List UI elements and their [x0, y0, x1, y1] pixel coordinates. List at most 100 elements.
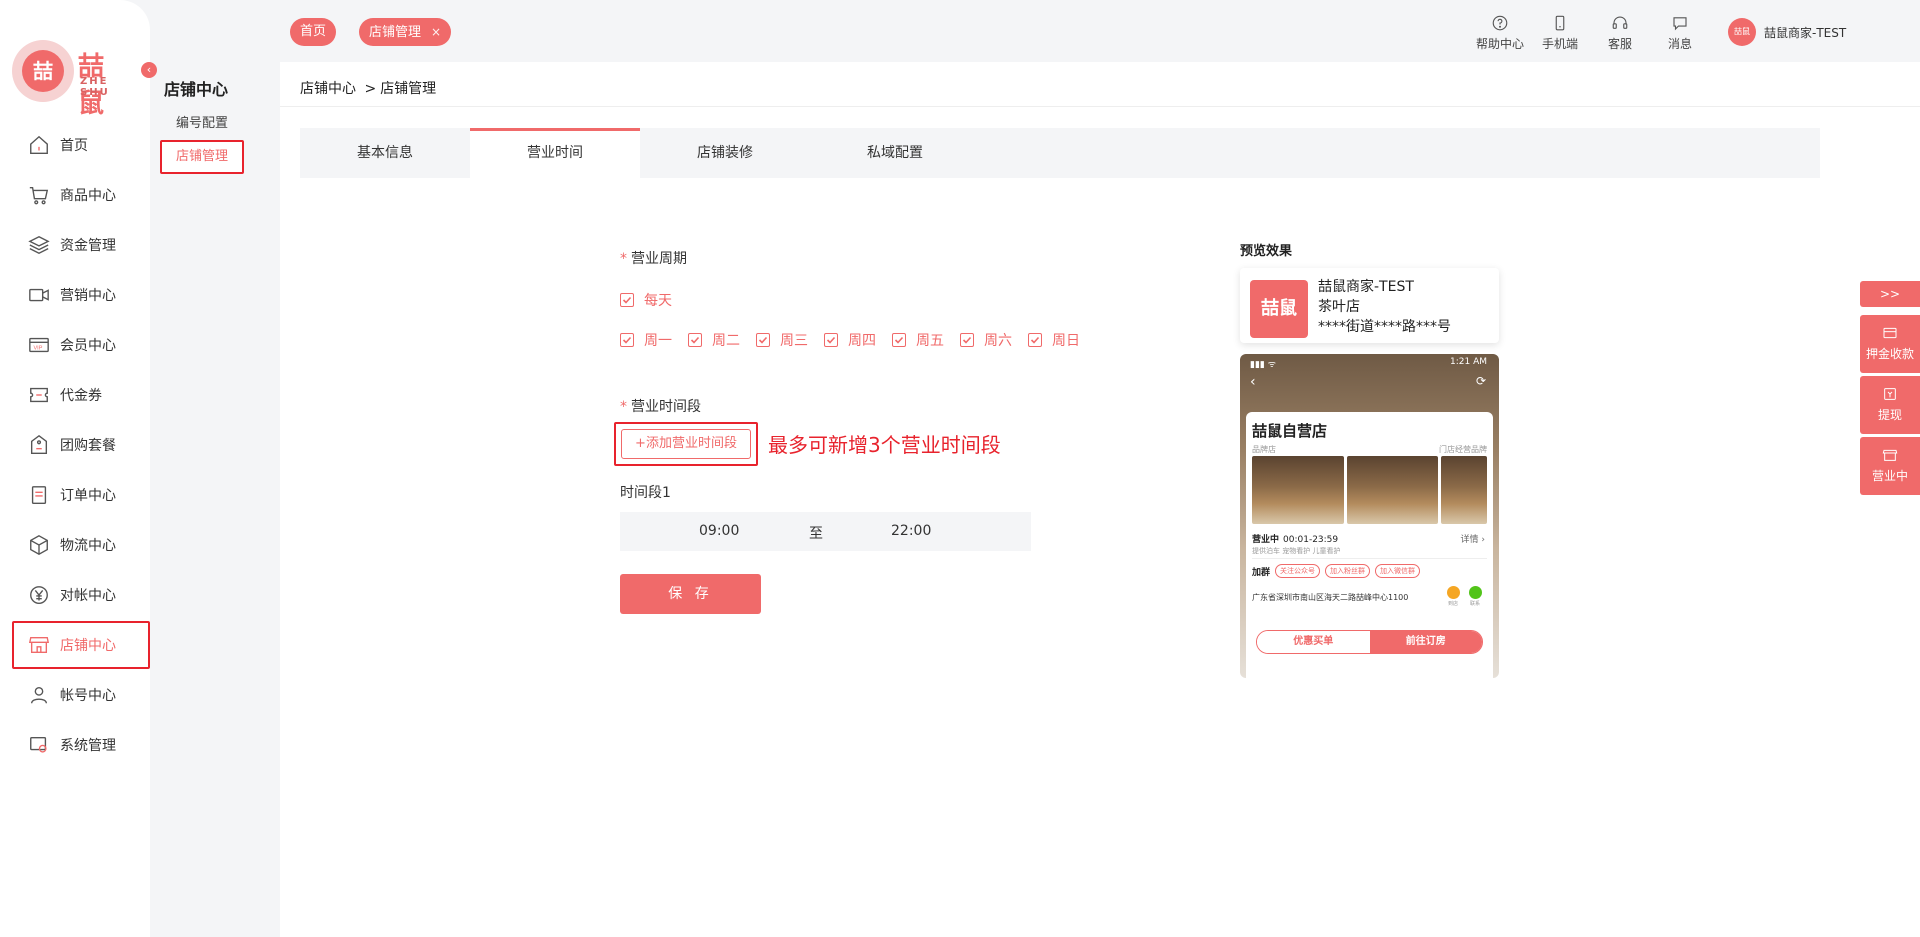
messages-button[interactable]: 消息 — [1652, 14, 1708, 52]
add-period-button[interactable]: +添加营业时间段 — [621, 429, 751, 459]
top-bar: 首页 店铺管理 × 帮助中心 手机端 客服 消息 喆鼠 喆鼠商家-TEST — [280, 0, 1920, 62]
label-text: 营业时间段 — [631, 399, 701, 415]
day-checkbox-fri[interactable]: 周五 — [892, 330, 944, 350]
share-icon: ⟳ — [1476, 374, 1487, 388]
sidebar-item-system[interactable]: 系统管理 — [14, 723, 148, 767]
coupon-icon — [26, 382, 52, 408]
phone-status-bar: ▮▮▮ ᯤ 1:21 AM — [1240, 354, 1499, 370]
sidebar-item-store-center[interactable]: 店铺中心 — [12, 621, 150, 669]
deposit-collect-button[interactable]: 押金收款 — [1860, 315, 1920, 373]
sidebar-item-goods[interactable]: 商品中心 — [14, 173, 148, 217]
sidebar-item-home[interactable]: 首页 — [14, 123, 148, 167]
period-end-time[interactable]: 22:00 — [891, 523, 931, 539]
tab-private-config[interactable]: 私域配置 — [810, 128, 980, 178]
sidebar-item-reconcile[interactable]: 对帐中心 — [14, 573, 148, 617]
day-checkbox-sat[interactable]: 周六 — [960, 330, 1012, 350]
store-tabs: 基本信息 营业时间 店铺装修 私域配置 — [300, 128, 1820, 178]
store-icon — [26, 632, 52, 658]
sidebar-item-members[interactable]: VIP 会员中心 — [14, 323, 148, 367]
expand-floating-button[interactable]: >> — [1860, 281, 1920, 307]
sidebar-item-logistics[interactable]: 物流中心 — [14, 523, 148, 567]
sidebar-item-label: 首页 — [60, 138, 88, 154]
mobile-button[interactable]: 手机端 — [1532, 14, 1588, 52]
day-checkbox-tue[interactable]: 周二 — [688, 330, 740, 350]
sidebar-item-label: 店铺中心 — [60, 638, 116, 654]
icon-label: 联系 — [1469, 601, 1480, 607]
layers-icon — [26, 232, 52, 258]
checkbox-checked-icon — [620, 293, 634, 307]
checkbox-label: 周三 — [780, 333, 808, 349]
withdraw-button[interactable]: 提现 — [1860, 376, 1920, 434]
sidebar-item-account[interactable]: 帐号中心 — [14, 673, 148, 717]
phone-store-photos — [1252, 456, 1487, 524]
business-period-label: * 营业时间段 — [620, 396, 701, 416]
phone-store-card: 喆鼠自营店 品牌店 门店经营品牌 营业中 00:01-23:59 详情 › 提供泊… — [1246, 412, 1493, 678]
checkbox-checked-icon — [960, 333, 974, 347]
phone-call-icon: 联系 — [1468, 586, 1482, 607]
store-photo — [1441, 456, 1487, 524]
required-mark: * — [620, 251, 627, 267]
customer-service-button[interactable]: 客服 — [1592, 14, 1648, 52]
tag-icon — [26, 432, 52, 458]
period-1-range[interactable]: 09:00 至 22:00 — [620, 512, 1031, 551]
sidebar-item-funds[interactable]: 资金管理 — [14, 223, 148, 267]
phone-address: 广东省深圳市南山区海天二路喆峰中心1100 — [1252, 593, 1409, 602]
sidebar: 喆 喆鼠 ZHE SHU 首页 商品中心 资金管理 营销中心 VIP 会员中心 … — [0, 0, 150, 937]
checkbox-label: 周四 — [848, 333, 876, 349]
day-checkbox-thu[interactable]: 周四 — [824, 330, 876, 350]
day-checkbox-mon[interactable]: 周一 — [620, 330, 672, 350]
deposit-icon — [1883, 327, 1897, 339]
checkbox-checked-icon — [892, 333, 906, 347]
svg-text:VIP: VIP — [34, 346, 43, 352]
everyday-checkbox[interactable]: 每天 — [620, 290, 672, 310]
tab-basic-info[interactable]: 基本信息 — [300, 128, 470, 178]
home-icon — [26, 132, 52, 158]
sidebar-item-label: 会员中心 — [60, 338, 116, 354]
day-checkbox-sun[interactable]: 周日 — [1028, 330, 1080, 350]
sidebar-item-groupbuy[interactable]: 团购套餐 — [14, 423, 148, 467]
sidebar-item-coupons[interactable]: 代金券 — [14, 373, 148, 417]
checkbox-checked-icon — [756, 333, 770, 347]
tool-label: 手机端 — [1541, 37, 1578, 51]
open-status-button[interactable]: 营业中 — [1860, 437, 1920, 495]
breadcrumb-parent[interactable]: 店铺中心 — [300, 81, 356, 97]
phone-action-buttons: 优惠买单 前往订房 — [1256, 630, 1483, 654]
help-icon — [1492, 15, 1508, 31]
store-address: ****街道****路***号 — [1318, 319, 1451, 335]
period-to-label: 至 — [809, 526, 823, 542]
mobile-icon — [1555, 15, 1565, 31]
close-icon[interactable]: × — [431, 25, 441, 39]
sidebar-item-marketing[interactable]: 营销中心 — [14, 273, 148, 317]
checkbox-label: 周五 — [916, 333, 944, 349]
tab-home-pill[interactable]: 首页 — [290, 18, 337, 46]
sidebar-item-label: 系统管理 — [60, 738, 116, 754]
tab-business-hours[interactable]: 营业时间 — [470, 128, 640, 178]
tab-store-manage-pill[interactable]: 店铺管理 × — [359, 18, 452, 46]
sidebar-item-label: 订单中心 — [60, 488, 116, 504]
breadcrumb-current: 店铺管理 — [380, 81, 437, 97]
day-checkbox-wed[interactable]: 周三 — [756, 330, 808, 350]
subnav-title: 店铺中心 — [164, 80, 229, 99]
user-menu[interactable]: 喆鼠 喆鼠商家-TEST — [1728, 18, 1846, 46]
store-logo-thumb: 喆鼠 — [1250, 280, 1308, 338]
save-button[interactable]: 保 存 — [620, 574, 761, 614]
subnav-item-number-config[interactable]: 编号配置 — [160, 107, 244, 141]
sidebar-item-orders[interactable]: 订单中心 — [14, 473, 148, 517]
tool-label: 消息 — [1667, 37, 1692, 51]
sidebar-item-label: 营销中心 — [60, 288, 116, 304]
box-icon — [26, 532, 52, 558]
withdraw-icon — [1884, 388, 1896, 400]
sidebar-item-label: 团购套餐 — [60, 438, 116, 454]
period-start-time[interactable]: 09:00 — [699, 523, 739, 539]
tab-store-decoration[interactable]: 店铺装修 — [640, 128, 810, 178]
subnav-item-store-manage[interactable]: 店铺管理 — [160, 140, 244, 174]
open-store-icon — [1882, 449, 1898, 461]
sidebar-item-label: 商品中心 — [60, 188, 116, 204]
phone-open-hours: 营业中 00:01-23:59 — [1252, 532, 1338, 545]
sidebar-item-label: 资金管理 — [60, 238, 116, 254]
video-icon — [26, 282, 52, 308]
collapse-sidebar-button[interactable]: ‹ — [141, 62, 157, 78]
phone-store-brand: 门店经营品牌 — [1439, 445, 1487, 454]
help-center-button[interactable]: 帮助中心 — [1472, 14, 1528, 52]
max-periods-hint: 最多可新增3个营业时间段 — [768, 433, 1001, 457]
